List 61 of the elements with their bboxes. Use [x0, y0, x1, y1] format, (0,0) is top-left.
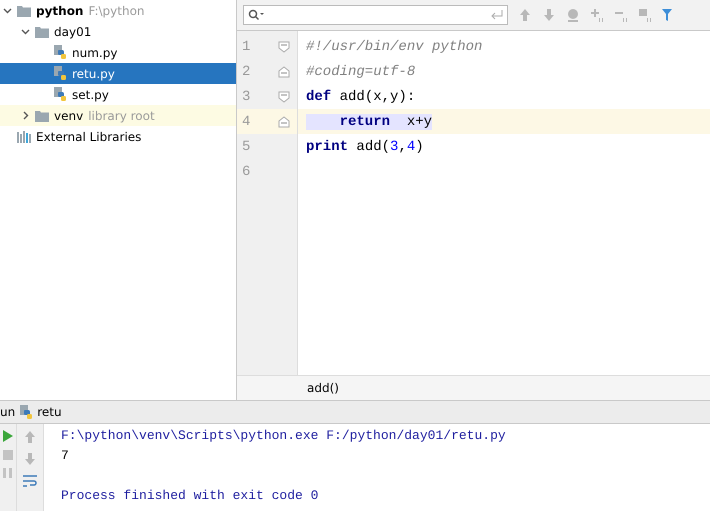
- python-file-icon: [53, 45, 67, 60]
- tree-item[interactable]: set.py: [0, 84, 236, 105]
- folder-icon: [35, 110, 49, 122]
- line-number: 1: [241, 38, 252, 54]
- fold-marker-icon[interactable]: [278, 40, 290, 52]
- item-label: set.py: [72, 88, 109, 102]
- tree-item[interactable]: python F:\python: [0, 0, 236, 21]
- down-arrow-icon[interactable]: [23, 452, 37, 466]
- up-arrow-icon[interactable]: [518, 8, 532, 22]
- folder-icon: [17, 4, 31, 16]
- search-field[interactable]: [243, 5, 508, 25]
- fold-marker-icon[interactable]: [278, 66, 290, 78]
- chevron-down-icon[interactable]: [2, 6, 12, 15]
- breadcrumb[interactable]: add(): [307, 381, 339, 395]
- item-label: num.py: [72, 46, 118, 60]
- search-icon: [248, 9, 264, 21]
- console-line: Process finished with exit code 0: [61, 488, 318, 503]
- item-label: venv: [54, 108, 84, 122]
- python-file-icon: [53, 87, 67, 102]
- item-hint: library root: [88, 108, 155, 122]
- code-line: #coding=utf-8: [306, 64, 416, 80]
- run-icon[interactable]: [3, 430, 13, 442]
- item-label: retu.py: [72, 66, 115, 80]
- line-number: 6: [241, 164, 252, 180]
- pause-icon[interactable]: [3, 468, 13, 478]
- code-line: def add(x,y):: [306, 88, 416, 104]
- up-arrow-icon[interactable]: [23, 430, 37, 444]
- item-label: day01: [54, 24, 92, 38]
- fold-marker-icon[interactable]: [278, 90, 290, 102]
- library-icon: [17, 130, 31, 142]
- code-line: #!/usr/bin/env python: [306, 38, 482, 54]
- python-file-icon: [19, 404, 34, 420]
- add-selection-icon[interactable]: [590, 8, 604, 22]
- fold-marker-icon[interactable]: [278, 116, 290, 128]
- tree-item[interactable]: num.py: [0, 42, 236, 63]
- run-tab-label[interactable]: un: [0, 405, 16, 419]
- enter-icon: [491, 10, 503, 20]
- line-number: 2: [241, 64, 252, 80]
- line-number: 3: [241, 88, 252, 104]
- tree-item[interactable]: day01: [0, 21, 236, 42]
- chevron-down-icon[interactable]: [20, 27, 30, 36]
- line-number: 5: [241, 138, 252, 154]
- item-label: External Libraries: [36, 130, 142, 144]
- tree-item[interactable]: External Libraries: [0, 126, 236, 147]
- down-arrow-icon[interactable]: [542, 8, 556, 22]
- soft-wrap-icon[interactable]: [22, 474, 38, 488]
- console-line: F:\python\venv\Scripts\python.exe F:/python/day01/retu.py: [61, 428, 506, 443]
- item-hint: F:\python: [88, 4, 145, 18]
- code-line: return x+y: [306, 114, 432, 130]
- item-label: python: [36, 4, 84, 18]
- filter-icon[interactable]: [662, 8, 672, 22]
- code-line: print add(3,4): [306, 138, 424, 154]
- python-file-icon: [53, 66, 67, 81]
- stop-icon[interactable]: [3, 450, 13, 460]
- tree-item[interactable]: retu.py: [0, 63, 236, 84]
- chevron-right-icon[interactable]: [20, 111, 30, 120]
- console-line: 7: [61, 448, 69, 463]
- folder-icon: [35, 26, 49, 38]
- line-number: 4: [241, 114, 252, 130]
- run-config-label: retu: [37, 405, 62, 419]
- tree-item[interactable]: venv library root: [0, 105, 236, 126]
